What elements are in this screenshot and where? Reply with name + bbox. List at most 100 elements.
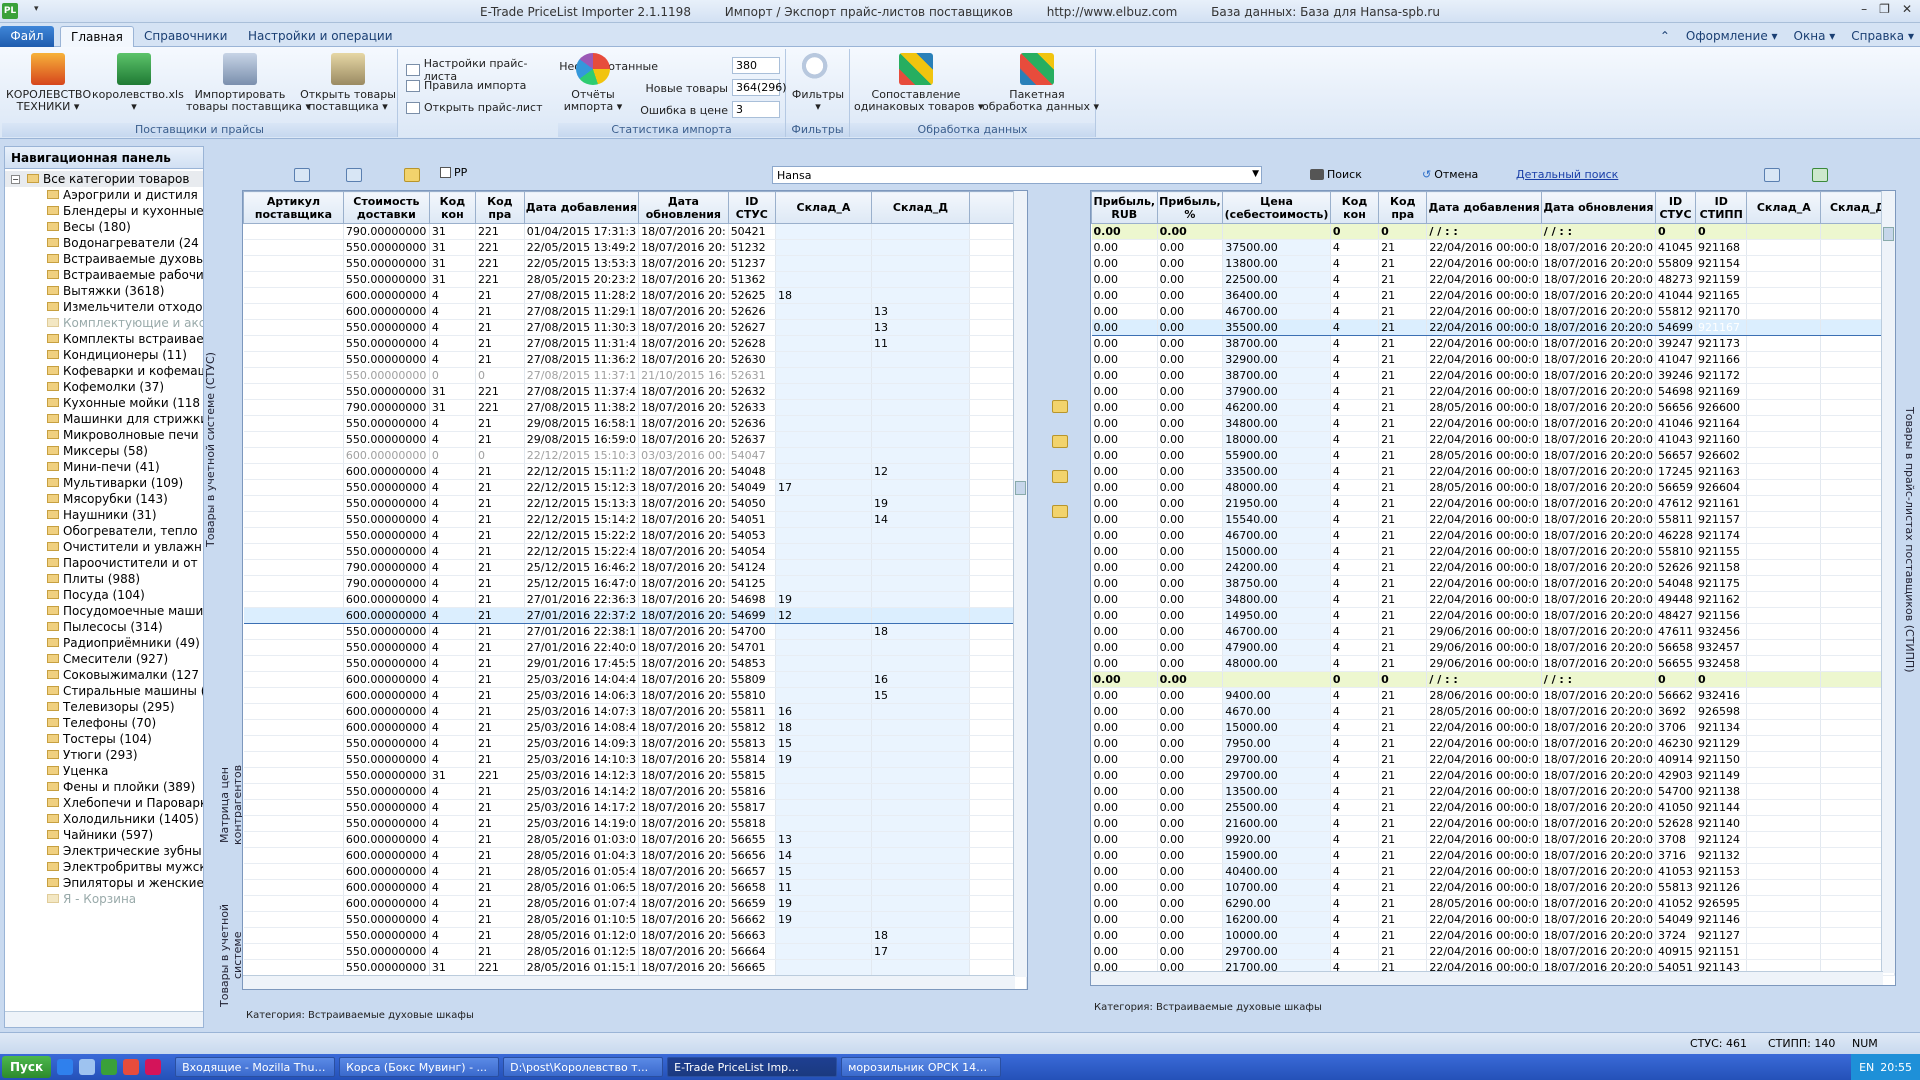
table-cell[interactable]: 921161 — [1695, 495, 1748, 512]
table-cell[interactable]: 921175 — [1695, 575, 1748, 592]
table-cell[interactable]: 34800.00 — [1222, 415, 1331, 432]
table-cell[interactable]: 22/12/2015 15:13:3 — [524, 495, 640, 512]
table-cell[interactable]: 18/07/2016 20:20:0 — [1541, 831, 1657, 848]
table-cell[interactable]: 921166 — [1695, 351, 1748, 368]
table-cell[interactable] — [871, 607, 970, 624]
table-cell[interactable] — [775, 463, 873, 480]
table-cell[interactable] — [775, 815, 873, 832]
table-cell[interactable]: 22/12/2015 15:14:2 — [524, 511, 640, 528]
table-cell[interactable]: 921146 — [1695, 911, 1748, 928]
table-cell[interactable] — [775, 239, 873, 256]
table-cell[interactable]: 4 — [1330, 815, 1380, 832]
table-cell[interactable] — [243, 559, 344, 576]
export-icon[interactable] — [294, 168, 310, 182]
taskbar-item[interactable]: E-Trade PriceList Imp... — [667, 1057, 838, 1077]
table-cell[interactable] — [775, 383, 873, 400]
table-cell[interactable] — [871, 655, 970, 672]
table-cell[interactable]: / / : : — [1426, 223, 1542, 240]
file-menu-button[interactable]: Файл — [0, 26, 54, 47]
category-item[interactable]: Телевизоры (295) — [5, 699, 203, 715]
table-cell[interactable]: 13 — [871, 319, 970, 336]
table-cell[interactable]: 21 — [1378, 303, 1428, 320]
table-cell[interactable] — [871, 447, 970, 464]
table-cell[interactable]: 4 — [429, 559, 476, 576]
table-cell[interactable]: 0.00 — [1157, 639, 1224, 656]
table-cell[interactable]: 22/04/2016 00:00:0 — [1426, 495, 1542, 512]
table-cell[interactable] — [871, 415, 970, 432]
supplier-select-button[interactable]: КОРОЛЕВСТВО ТЕХНИКИ ▾ — [6, 53, 91, 113]
table-cell[interactable] — [243, 303, 344, 320]
table-cell[interactable]: 600.00000000 — [343, 895, 430, 912]
table-cell[interactable]: 4 — [1330, 511, 1380, 528]
table-cell[interactable]: 27/08/2015 11:28:2 — [524, 287, 640, 304]
table-cell[interactable]: 4 — [429, 303, 476, 320]
table-cell[interactable]: 21 — [1378, 559, 1428, 576]
table-cell[interactable]: 25/03/2016 14:19:0 — [524, 815, 640, 832]
table-cell[interactable]: 25/03/2016 14:04:4 — [524, 671, 640, 688]
table-cell[interactable]: 28/05/2015 20:23:2 — [524, 271, 640, 288]
table-cell[interactable]: 18/07/2016 20:20:0 — [1541, 911, 1657, 928]
table-cell[interactable]: 18/07/2016 20:20:0 — [1541, 879, 1657, 896]
table-cell[interactable]: 921132 — [1695, 847, 1748, 864]
detailed-search-link[interactable]: Детальный поиск — [1516, 168, 1618, 181]
table-cell[interactable]: 21600.00 — [1222, 815, 1331, 832]
table-cell[interactable]: 921173 — [1695, 335, 1748, 352]
table-cell[interactable]: 52628 — [728, 335, 776, 352]
table-row[interactable]: 790.00000000 4 21 25/12/2015 16:47:0 18/07/2… — [243, 575, 1027, 592]
table-cell[interactable]: 4 — [1330, 463, 1380, 480]
table-cell[interactable]: 0.00 — [1157, 527, 1224, 544]
refresh-icon[interactable] — [346, 168, 362, 182]
table-cell[interactable]: 0.00 — [1157, 671, 1224, 688]
table-cell[interactable]: 21 — [1378, 719, 1428, 736]
table-cell[interactable]: 21 — [1378, 495, 1428, 512]
category-item[interactable]: Я - Корзина — [5, 891, 203, 907]
table-cell[interactable] — [775, 367, 873, 384]
table-cell[interactable]: 29/06/2016 00:00:0 — [1426, 623, 1542, 640]
table-row[interactable]: 550.00000000 4 21 22/12/2015 15:12:3 18/07/2… — [243, 479, 1027, 496]
category-item[interactable]: Электрические зубны — [5, 843, 203, 859]
table-cell[interactable]: 4 — [1330, 943, 1380, 960]
table-cell[interactable]: 921151 — [1695, 943, 1748, 960]
table-cell[interactable]: 39246 — [1655, 367, 1697, 384]
table-cell[interactable]: 18/07/2016 20:20:0 — [1541, 639, 1657, 656]
table-cell[interactable]: 4 — [1330, 655, 1380, 672]
table-cell[interactable]: 550.00000000 — [343, 623, 430, 640]
table-cell[interactable]: 932456 — [1695, 623, 1748, 640]
table-cell[interactable]: 550.00000000 — [343, 511, 430, 528]
table-cell[interactable]: 56655 — [1655, 655, 1697, 672]
category-item[interactable]: Чайники (597) — [5, 827, 203, 843]
table-cell[interactable] — [871, 239, 970, 256]
table-cell[interactable]: 221 — [475, 383, 525, 400]
table-cell[interactable]: 41043 — [1655, 431, 1697, 448]
table-cell[interactable]: 18 — [871, 623, 970, 640]
table-cell[interactable] — [243, 815, 344, 832]
table-cell[interactable]: 28/05/2016 01:05:4 — [524, 863, 640, 880]
table-cell[interactable]: 27/01/2016 22:38:1 — [524, 623, 640, 640]
table-cell[interactable]: 0.00 — [1157, 831, 1224, 848]
table-cell[interactable]: 18/07/2016 20:20:0 — [1541, 447, 1657, 464]
table-cell[interactable]: 18/07/2016 20: — [638, 799, 729, 816]
table-cell[interactable] — [871, 767, 970, 784]
table-cell[interactable]: 29/08/2015 16:59:0 — [524, 431, 640, 448]
menu-appearance[interactable]: Оформление ▾ — [1686, 29, 1778, 43]
table-cell[interactable]: 55809 — [1655, 255, 1697, 272]
table-cell[interactable]: 47611 — [1655, 623, 1697, 640]
table-cell[interactable]: 550.00000000 — [343, 319, 430, 336]
table-cell[interactable]: 0 — [429, 367, 476, 384]
table-cell[interactable]: 550.00000000 — [343, 639, 430, 656]
table-cell[interactable] — [871, 287, 970, 304]
table-cell[interactable]: 27/01/2016 22:37:2 — [524, 607, 640, 624]
table-cell[interactable]: 0.00 — [1157, 655, 1224, 672]
table-cell[interactable]: 22/12/2015 15:12:3 — [524, 479, 640, 496]
column-header[interactable]: Код пра — [474, 191, 525, 224]
table-cell[interactable] — [775, 687, 873, 704]
table-cell[interactable]: 28/05/2016 00:00:0 — [1426, 447, 1542, 464]
table-cell[interactable]: 921154 — [1695, 255, 1748, 272]
table-cell[interactable]: 921170 — [1695, 303, 1748, 320]
table-cell[interactable]: 55814 — [728, 751, 776, 768]
table-cell[interactable]: 18/07/2016 20: — [638, 287, 729, 304]
table-cell[interactable]: 22/04/2016 00:00:0 — [1426, 591, 1542, 608]
collapse-icon[interactable]: − — [11, 175, 20, 184]
table-cell[interactable]: 921174 — [1695, 527, 1748, 544]
category-item[interactable]: Аэрогрили и дистиля — [5, 187, 203, 203]
